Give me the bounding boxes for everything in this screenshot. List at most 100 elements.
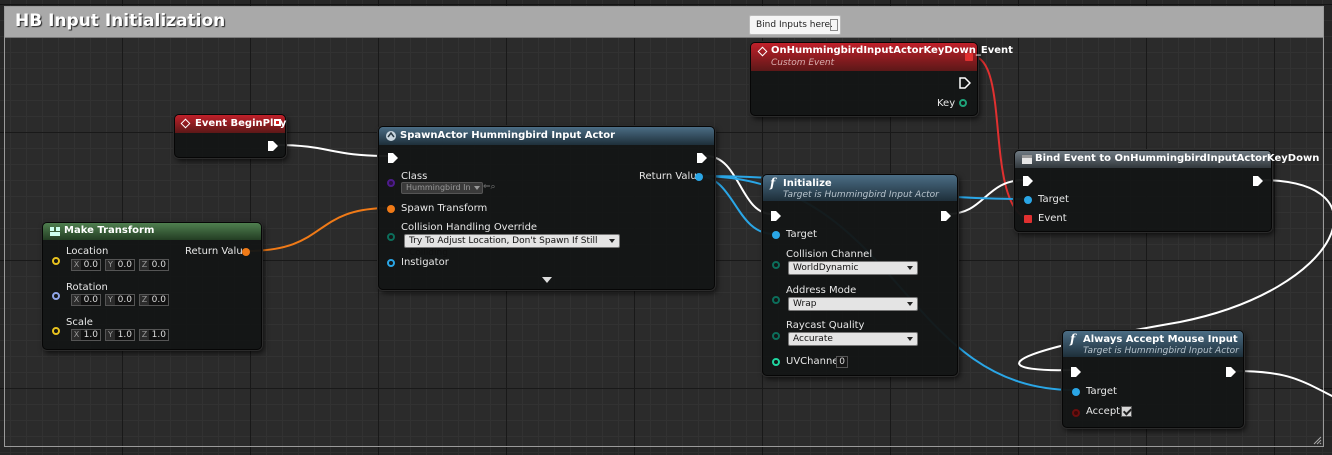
pin-label-location: Location (66, 246, 109, 257)
pin-label-address-mode: Address Mode (786, 285, 857, 296)
scale-y-field[interactable]: Y 1.0 (105, 329, 135, 341)
delegate-out-pin[interactable] (965, 53, 973, 61)
pin-label-collision-override: Collision Handling Override (401, 222, 538, 233)
wire-struct-transform[interactable] (245, 207, 391, 252)
node-title: Bind Event to OnHummingbirdInputActorKey… (1035, 153, 1320, 164)
raycast-quality-in-pin[interactable] (772, 332, 780, 340)
address-mode-in-pin[interactable] (772, 296, 780, 304)
location-x-value: 0.0 (83, 260, 98, 270)
exec-out-pin[interactable] (696, 152, 708, 164)
exec-in-pin[interactable] (770, 210, 782, 222)
target-in-pin[interactable] (1072, 388, 1080, 396)
class-in-pin[interactable] (387, 179, 395, 187)
exec-out-pin[interactable] (1225, 366, 1237, 378)
node-title: OnHummingbirdInputActorKeyDown_Event (771, 45, 1013, 56)
instigator-in-pin[interactable] (387, 259, 395, 267)
dropdown-arrow-icon (474, 186, 480, 190)
event-in-pin[interactable] (1024, 215, 1032, 223)
raycast-quality-value: Accurate (793, 334, 833, 344)
scale-x-field[interactable]: X 1.0 (71, 329, 101, 341)
location-y-value: 0.0 (117, 260, 132, 270)
exec-out-pin[interactable] (940, 210, 952, 222)
key-out-pin[interactable] (959, 99, 967, 107)
spawn-transform-in-pin[interactable] (387, 205, 395, 213)
comment-bubble-text: Bind Inputs here. (756, 20, 833, 30)
class-select[interactable]: Hummingbird In (401, 182, 483, 194)
node-subtitle: Custom Event (771, 58, 835, 68)
exec-in-pin[interactable] (387, 152, 399, 164)
rotation-x-field[interactable]: X 0.0 (71, 294, 101, 306)
location-in-pin[interactable] (52, 257, 60, 265)
uv-channel-in-pin[interactable] (772, 358, 780, 366)
axis-label: Z (140, 330, 149, 340)
accept-in-pin[interactable] (1072, 409, 1080, 417)
collision-channel-select[interactable]: WorldDynamic (788, 261, 918, 275)
pin-label-target: Target (1038, 194, 1069, 205)
node-make-transform[interactable]: Make Transform Return Value Location X 0.… (42, 222, 262, 350)
node-title: Initialize (783, 178, 832, 189)
location-z-field[interactable]: Z 0.0 (139, 259, 169, 271)
event-stop-icon (274, 119, 281, 126)
pin-label-key: Key (937, 98, 956, 109)
location-y-field[interactable]: Y 0.0 (105, 259, 135, 271)
node-always-accept-mouse-input[interactable]: f Always Accept Mouse Input Target is Hu… (1062, 330, 1244, 428)
collision-override-in-pin[interactable] (387, 233, 395, 241)
location-x-field[interactable]: X 0.0 (71, 259, 101, 271)
pin-label-accept: Accept (1086, 406, 1121, 417)
dropdown-arrow-icon (907, 337, 913, 341)
rotation-y-value: 0.0 (117, 295, 132, 305)
rotation-z-field[interactable]: Z 0.0 (139, 294, 169, 306)
collision-override-select[interactable]: Try To Adjust Location, Don't Spawn If S… (404, 234, 620, 258)
comment-bubble[interactable]: Bind Inputs here. (749, 15, 841, 35)
target-in-pin[interactable] (772, 231, 780, 239)
pin-bubble-icon[interactable] (830, 19, 838, 31)
raycast-quality-select[interactable]: Accurate (788, 332, 918, 346)
uv-channel-field[interactable]: 0 (836, 356, 848, 368)
return-value-out-pin[interactable] (242, 248, 250, 256)
target-in-pin[interactable] (1024, 196, 1032, 204)
node-event-beginplay[interactable]: Event BeginPlay (174, 114, 286, 158)
collision-override-value: Try To Adjust Location, Don't Spawn If S… (409, 236, 598, 258)
axis-label: X (72, 260, 81, 270)
rotation-y-field[interactable]: Y 0.0 (105, 294, 135, 306)
axis-label: Y (106, 330, 115, 340)
scale-in-pin[interactable] (52, 327, 60, 335)
exec-in-pin[interactable] (1022, 175, 1034, 187)
wire-exec-accept-out[interactable] (1233, 370, 1332, 400)
scale-y-value: 1.0 (117, 330, 132, 340)
expand-arrow-icon[interactable] (542, 277, 552, 283)
collision-channel-in-pin[interactable] (772, 261, 780, 269)
rotation-z-value: 0.0 (151, 295, 166, 305)
scale-z-field[interactable]: Z 1.0 (139, 329, 169, 341)
accept-checkbox[interactable] (1121, 406, 1132, 417)
struct-icon (50, 227, 60, 236)
pin-label-event: Event (1038, 213, 1067, 224)
return-value-out-pin[interactable] (695, 173, 703, 181)
bind-event-icon (1022, 155, 1032, 164)
exec-out-pin[interactable] (959, 77, 971, 89)
node-title: SpawnActor Hummingbird Input Actor (400, 130, 616, 141)
axis-label: X (72, 295, 81, 305)
exec-out-pin[interactable] (267, 140, 279, 152)
node-spawn-actor[interactable]: SpawnActor Hummingbird Input Actor Class… (378, 126, 715, 290)
function-icon: f (770, 176, 776, 190)
pin-label-target: Target (786, 229, 817, 240)
pin-label-return-value: Return Value (185, 246, 249, 257)
address-mode-select[interactable]: Wrap (788, 297, 918, 311)
location-z-value: 0.0 (151, 260, 166, 270)
wire-exec-beginplay-spawn[interactable] (275, 144, 389, 157)
pin-label-raycast-quality: Raycast Quality (786, 320, 865, 331)
exec-out-pin[interactable] (1252, 175, 1264, 187)
node-initialize[interactable]: f Initialize Target is Hummingbird Input… (762, 174, 958, 376)
exec-in-pin[interactable] (1070, 366, 1082, 378)
node-custom-event[interactable]: OnHummingbirdInputActorKeyDown_Event Cus… (750, 42, 1013, 116)
axis-label: Z (140, 295, 149, 305)
scale-x-value: 1.0 (83, 330, 98, 340)
node-bind-event[interactable]: Bind Event to OnHummingbirdInputActorKey… (1014, 150, 1319, 232)
blueprint-graph-canvas[interactable]: HB Input Initialization Bind Inputs here… (0, 0, 1332, 455)
resize-grip-icon[interactable] (1312, 435, 1322, 445)
axis-label: Y (106, 260, 115, 270)
node-title: Always Accept Mouse Input (1083, 334, 1238, 345)
rotation-in-pin[interactable] (52, 292, 60, 300)
class-browse-icon[interactable]: ⇐⌕ (483, 182, 496, 192)
